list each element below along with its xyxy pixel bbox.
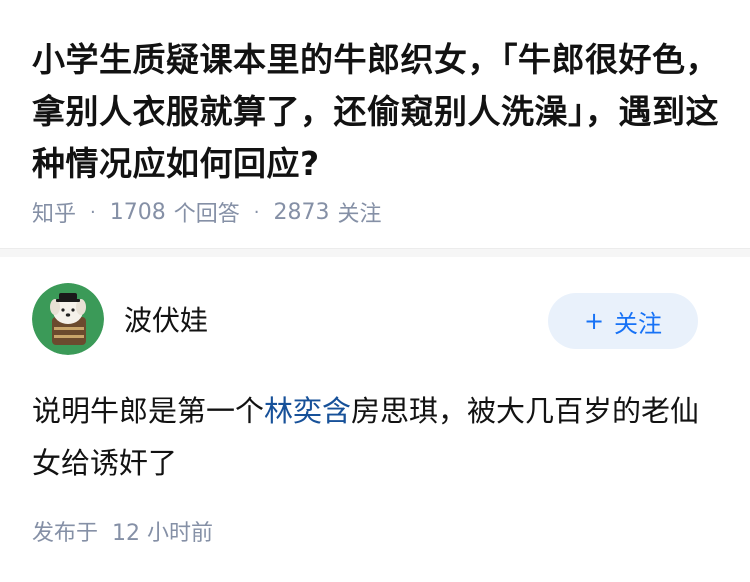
- dog-avatar-icon: [32, 283, 104, 355]
- answer-card: 波伏娃 + 关注 说明牛郎是第一个林奕含房思琪，被大几百岁的老仙女给诱奸了 发布…: [0, 257, 750, 582]
- answer-content[interactable]: 说明牛郎是第一个林奕含房思琪，被大几百岁的老仙女给诱奸了: [32, 385, 718, 489]
- follower-count: 2873: [273, 199, 330, 225]
- question-title[interactable]: 小学生质疑课本里的牛郎织女，「牛郎很好色，拿别人衣服就算了，还偷窥别人洗澡」，遇…: [32, 34, 732, 190]
- question-meta: 知乎 · 1708 个回答 · 2873 关注: [32, 196, 382, 228]
- author-name[interactable]: 波伏娃: [124, 299, 208, 339]
- author-avatar[interactable]: [32, 283, 104, 355]
- follow-button[interactable]: + 关注: [548, 293, 698, 349]
- follower-count-label[interactable]: 关注: [338, 196, 382, 228]
- publish-time: 发布于 12 小时前: [32, 515, 213, 547]
- meta-separator: ·: [253, 201, 260, 223]
- publish-time-value: 12 小时前: [112, 521, 214, 546]
- answer-text: 说明牛郎是第一个: [32, 394, 265, 428]
- plus-icon: +: [583, 307, 605, 335]
- answer-count-label[interactable]: 个回答: [174, 196, 240, 228]
- source-label[interactable]: 知乎: [32, 196, 76, 228]
- answer-link[interactable]: 林奕含: [264, 394, 351, 428]
- meta-separator: ·: [90, 201, 96, 223]
- section-divider: [0, 248, 750, 257]
- follow-button-label: 关注: [614, 309, 663, 338]
- question-header: 小学生质疑课本里的牛郎织女，「牛郎很好色，拿别人衣服就算了，还偷窥别人洗澡」，遇…: [0, 0, 750, 248]
- publish-label: 发布于: [32, 521, 99, 546]
- answer-count: 1708: [109, 199, 166, 225]
